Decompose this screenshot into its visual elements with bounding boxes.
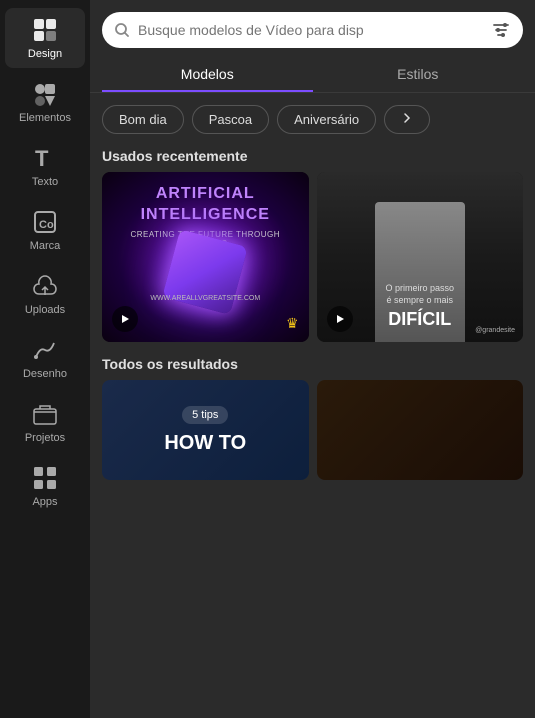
sidebar-item-label-texto: Texto — [32, 176, 58, 188]
chip-pascoa[interactable]: Pascoa — [192, 105, 269, 134]
ai-card-title: ARTIFICIAL INTELLIGENCE — [102, 184, 309, 226]
fashion-line1: O primeiro passo — [317, 282, 524, 295]
svg-text:Co.: Co. — [39, 219, 57, 231]
sidebar-item-apps[interactable]: Apps — [5, 456, 85, 516]
sidebar-item-marca[interactable]: Co. Marca — [5, 200, 85, 260]
crown-badge-ai: ♛ — [286, 315, 299, 332]
sidebar-item-uploads[interactable]: Uploads — [5, 264, 85, 324]
search-bar — [90, 0, 535, 48]
todo-card-tips[interactable]: 5 tips HOW TO — [102, 380, 309, 480]
recent-card-ai[interactable]: ARTIFICIAL INTELLIGENCE CREATING THE FUT… — [102, 172, 309, 342]
sidebar-item-label-elementos: Elementos — [19, 112, 71, 124]
chip-aniversario[interactable]: Aniversário — [277, 105, 376, 134]
main-panel: Modelos Estilos Bom dia Pascoa Aniversár… — [90, 0, 535, 718]
sidebar-item-projetos[interactable]: Projetos — [5, 392, 85, 452]
recent-thumbnails: ARTIFICIAL INTELLIGENCE CREATING THE FUT… — [90, 172, 535, 342]
search-icon — [114, 22, 130, 38]
sidebar-item-label-desenho: Desenho — [23, 368, 67, 380]
all-results-title: Todos os resultados — [90, 342, 535, 380]
filter-icon[interactable] — [491, 20, 511, 40]
texto-icon: T — [31, 144, 59, 172]
projetos-icon — [31, 400, 59, 428]
todo-card-second[interactable] — [317, 380, 524, 480]
desenho-icon — [31, 336, 59, 364]
sidebar-item-label-design: Design — [28, 48, 62, 60]
tab-modelos[interactable]: Modelos — [102, 58, 313, 92]
sidebar-item-desenho[interactable]: Desenho — [5, 328, 85, 388]
elementos-icon — [31, 80, 59, 108]
recent-section-title: Usados recentemente — [90, 134, 535, 172]
sidebar-item-label-uploads: Uploads — [25, 304, 65, 316]
sidebar-item-label-projetos: Projetos — [25, 432, 65, 444]
howto-text: HOW TO — [164, 432, 246, 455]
fashion-tag: @grandesite — [475, 327, 515, 334]
uploads-icon — [31, 272, 59, 300]
recent-card-fashion[interactable]: O primeiro passo é sempre o mais DIFÍCIL… — [317, 172, 524, 342]
tips-badge: 5 tips — [182, 406, 228, 424]
chip-bom-dia[interactable]: Bom dia — [102, 105, 184, 134]
sidebar-item-texto[interactable]: T Texto — [5, 136, 85, 196]
svg-text:T: T — [35, 146, 49, 171]
sidebar-item-label-apps: Apps — [32, 496, 57, 508]
sidebar-item-elementos[interactable]: Elementos — [5, 72, 85, 132]
ai-card-url: WWW.AREALLVGREATSITE.COM — [102, 295, 309, 302]
chip-more[interactable] — [384, 105, 430, 134]
all-results-grid: 5 tips HOW TO — [90, 380, 535, 480]
apps-icon — [31, 464, 59, 492]
sidebar-item-label-marca: Marca — [30, 240, 61, 252]
tabs-bar: Modelos Estilos — [90, 48, 535, 93]
design-icon — [31, 16, 59, 44]
search-input[interactable] — [138, 22, 483, 38]
sidebar: Design Elementos T Texto Co. Marca — [0, 0, 90, 718]
search-input-wrap — [102, 12, 523, 48]
fashion-line2: é sempre o mais — [317, 294, 524, 307]
marca-icon: Co. — [31, 208, 59, 236]
tab-estilos[interactable]: Estilos — [313, 58, 524, 92]
sidebar-item-design[interactable]: Design — [5, 8, 85, 68]
play-button-ai[interactable] — [112, 306, 138, 332]
all-results-section: Todos os resultados 5 tips HOW TO — [90, 342, 535, 488]
filter-chips: Bom dia Pascoa Aniversário — [90, 93, 535, 134]
play-button-fashion[interactable] — [327, 306, 353, 332]
scrollable-content: Bom dia Pascoa Aniversário Usados recent… — [90, 93, 535, 718]
